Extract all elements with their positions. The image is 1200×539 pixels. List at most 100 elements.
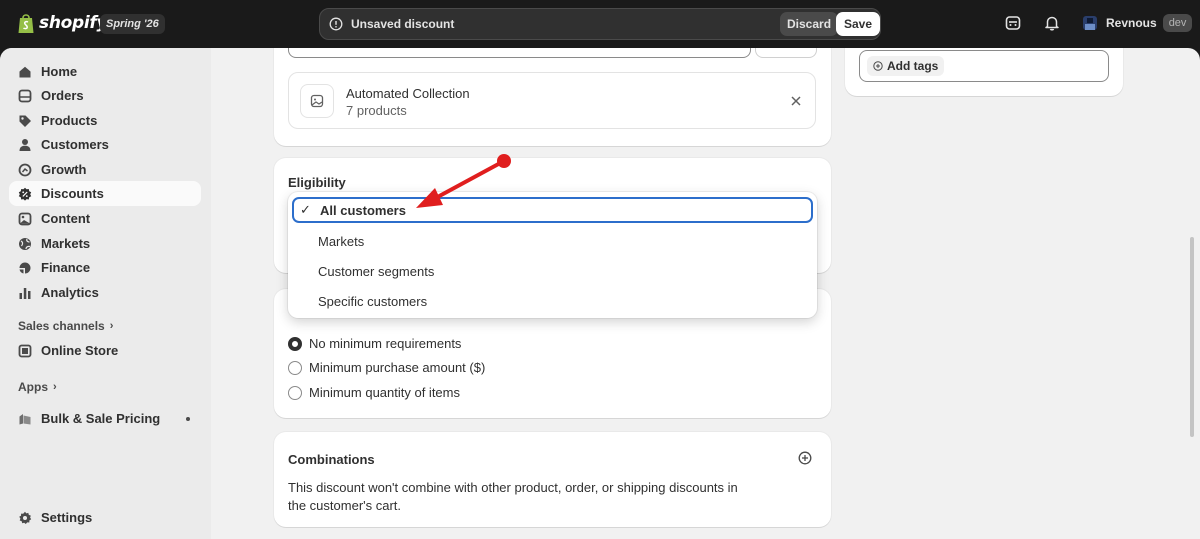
user-menu[interactable]: Revnous dev [1081,14,1193,32]
content-icon [18,212,32,225]
sidebar-item-label: Growth [41,162,87,177]
section-label: Apps [18,380,48,394]
tags-card: Add tags [845,48,1123,96]
plus-circle-icon[interactable] [798,451,812,465]
sidebar-item-label: Customers [41,137,109,152]
unsaved-message: Unsaved discount [351,17,455,31]
sidebar-item-markets[interactable]: Markets [9,231,201,256]
annotation-arrow [416,154,511,208]
tags-input[interactable]: Add tags [859,50,1109,82]
collection-title: Automated Collection [346,86,470,101]
radio-button[interactable] [288,336,302,351]
shopify-bag-icon [18,14,34,33]
option-label: Markets [318,233,365,249]
chevron-right-icon: › [109,320,114,332]
sidebar-item-label: Analytics [41,285,99,300]
sidebar-item-growth[interactable]: Growth [9,157,201,182]
option-customer-segments[interactable]: Customer segments [292,258,813,284]
shopify-logo[interactable]: shopify [17,12,108,34]
sidebar-item-label: Orders [41,88,84,103]
sidebar-item-home[interactable]: Home [9,59,201,84]
sidebar-item-label: Online Store [41,343,119,358]
radio-button[interactable] [288,360,302,375]
scrollbar-thumb[interactable] [1190,237,1194,437]
apps-header[interactable]: Apps › [18,380,57,394]
collection-thumbnail [300,84,334,118]
unsaved-changes-bar: Unsaved discount Discard Save [319,8,881,40]
sidebar-item-finance[interactable]: Finance [9,255,201,280]
growth-icon [18,163,32,176]
sidebar-item-label: Products [41,113,98,128]
option-markets[interactable]: Markets [292,228,813,254]
applies-to-card: Automated Collection 7 products [274,48,831,146]
section-label: Sales channels [18,319,105,333]
add-tags-label: Add tags [887,59,939,73]
home-icon [19,66,31,77]
bell-icon[interactable] [1043,14,1061,32]
finance-icon [19,262,31,273]
sidebar-item-content[interactable]: Content [9,206,201,231]
pin-dot-icon [186,417,190,421]
sidebar-item-products[interactable]: Products [9,108,201,133]
avatar [1083,16,1097,30]
sidebar: Home Orders Products Customers Growth Di… [0,48,211,539]
option-label: Customer segments [318,263,435,279]
tag-icon [19,115,31,127]
browse-button[interactable] [755,48,817,58]
radio-minimum-purchase[interactable]: Minimum purchase amount ($) [288,360,485,375]
alert-circle-icon [329,17,343,31]
selected-collection: Automated Collection 7 products [288,72,816,129]
radio-label: Minimum purchase amount ($) [309,360,486,375]
radio-minimum-quantity[interactable]: Minimum quantity of items [288,385,460,400]
eligibility-dropdown: ✓ All customers Markets Customer segment… [288,192,817,318]
person-icon [19,138,31,151]
sidebar-item-customers[interactable]: Customers [9,132,201,157]
sidebar-item-bulk-sale-pricing[interactable]: Bulk & Sale Pricing [9,406,201,431]
option-label: Specific customers [318,293,428,309]
chevron-right-icon: › [53,381,57,393]
option-label: All customers [320,202,406,218]
sidebar-item-online-store[interactable]: Online Store [9,338,201,363]
discount-icon [18,187,32,201]
sidebar-item-label: Finance [41,260,91,275]
option-specific-customers[interactable]: Specific customers [292,288,813,314]
discard-button[interactable]: Discard [780,12,839,36]
option-all-customers[interactable]: ✓ All customers [292,197,813,223]
store-badge: dev [1162,14,1193,32]
combinations-card: Combinations This discount won't combine… [274,432,831,527]
edition-badge[interactable]: Spring '26 [100,14,165,34]
combinations-title: Combinations [288,452,375,467]
plus-circle-icon [873,61,883,71]
online-store-icon [18,344,32,357]
sidebar-item-discounts[interactable]: Discounts [9,181,201,206]
add-tags-button[interactable]: Add tags [867,56,945,76]
user-name: Revnous [1106,16,1157,30]
sidebar-item-orders[interactable]: Orders [9,83,201,108]
sidebar-item-label: Content [41,211,91,226]
store-chat-icon[interactable] [1004,14,1022,32]
radio-label: Minimum quantity of items [309,385,460,400]
sidebar-item-label: Discounts [41,186,104,201]
sidebar-item-settings[interactable]: Settings [9,505,201,530]
collection-product-count: 7 products [346,103,407,118]
radio-button[interactable] [288,385,302,400]
combinations-description: This discount won't combine with other p… [288,480,738,513]
sidebar-item-label: Settings [41,510,93,525]
sidebar-item-label: Markets [41,236,91,251]
sidebar-item-label: Bulk & Sale Pricing [41,411,161,426]
top-bar: shopify Spring '26 Unsaved discount Disc… [0,0,1200,48]
radio-label: No minimum requirements [309,336,462,351]
sidebar-item-analytics[interactable]: Analytics [9,280,201,305]
image-placeholder-icon [310,94,324,108]
sales-channels-header[interactable]: Sales channels › [18,319,113,333]
search-collections-input[interactable] [288,48,751,58]
globe-icon [19,237,31,250]
eligibility-title: Eligibility [288,175,346,190]
bar-chart-icon [19,287,31,299]
sidebar-item-label: Home [41,64,78,79]
close-icon[interactable] [789,94,803,108]
save-button[interactable]: Save [836,12,881,36]
gear-icon [19,511,32,524]
radio-no-minimum[interactable]: No minimum requirements [288,336,461,351]
brand-name: shopify [39,13,108,33]
